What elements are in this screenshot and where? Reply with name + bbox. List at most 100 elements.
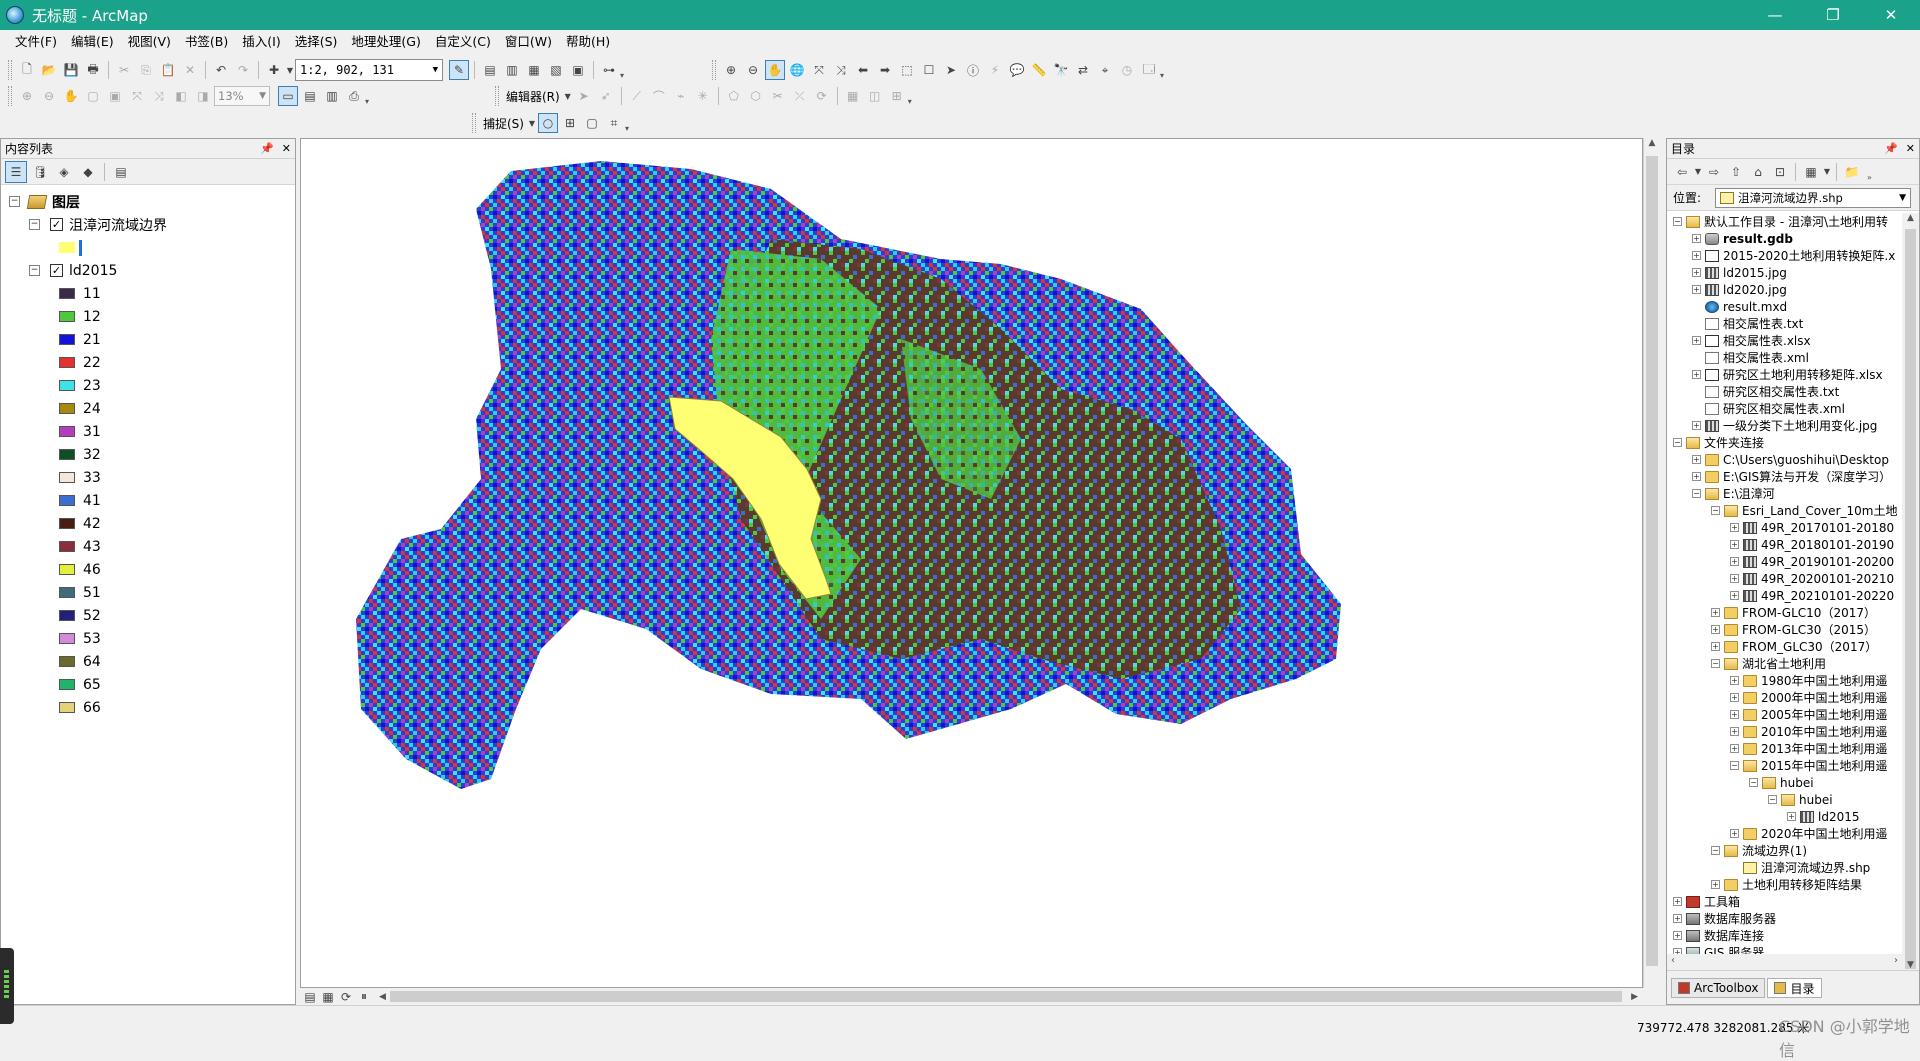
menu-item[interactable]: 帮助(H)	[559, 31, 617, 53]
toc-root-layers[interactable]: − 图层	[1, 190, 295, 213]
legend-color-swatch[interactable]	[59, 357, 75, 368]
expand-icon[interactable]: +	[1730, 744, 1739, 753]
clear-selection-icon[interactable]: ☐	[919, 60, 939, 80]
editor-toolbar-toggle-icon[interactable]: ✎	[449, 60, 469, 80]
legend-class-row[interactable]: 11	[1, 282, 295, 305]
edit-annotation-icon[interactable]: ➶	[596, 86, 616, 106]
fixed-zoom-out-icon[interactable]: ⤨	[831, 60, 851, 80]
catalog-tree-item[interactable]: 研究区相交属性表.xml	[1667, 400, 1902, 417]
catalog-tree-item[interactable]: +2000年中国土地利用遥	[1667, 689, 1902, 706]
polygon-symbol-swatch[interactable]	[59, 242, 75, 253]
fixed-zoom-out-layout-icon[interactable]: ⤨	[149, 86, 169, 106]
catalog-tree-item[interactable]: − 流域边界(1)	[1667, 842, 1902, 859]
toolbar-overflow-icon[interactable]: ▾	[625, 113, 633, 133]
expand-icon[interactable]: +	[1711, 642, 1720, 651]
expand-icon[interactable]: +	[1673, 897, 1682, 906]
focus-data-frame-icon[interactable]: ▤	[300, 86, 320, 106]
legend-class-row[interactable]: 42	[1, 512, 295, 535]
close-button[interactable]: ✕	[1862, 0, 1920, 30]
toc-options-icon[interactable]: ▤	[110, 161, 132, 183]
scroll-left-icon[interactable]: ◀	[379, 992, 386, 1002]
legend-color-swatch[interactable]	[59, 380, 75, 391]
editor-menu-dropdown-icon[interactable]: ▼	[564, 86, 572, 106]
paste-icon[interactable]: 📋	[158, 60, 178, 80]
catalog-window-icon[interactable]: ▥	[502, 60, 522, 80]
legend-class-row[interactable]: 22	[1, 351, 295, 374]
catalog-tree-item[interactable]: + ld2015.jpg	[1667, 264, 1902, 281]
catalog-tree-item[interactable]: + 相交属性表.xlsx	[1667, 332, 1902, 349]
toolbar-grip[interactable]	[495, 86, 499, 106]
menu-item[interactable]: 视图(V)	[121, 31, 178, 53]
expand-icon[interactable]: +	[1673, 931, 1682, 940]
catalog-tree-item[interactable]: +2005年中国土地利用遥	[1667, 706, 1902, 723]
identify-info-icon[interactable]: ⓘ	[963, 60, 983, 80]
collapse-icon[interactable]: −	[1673, 438, 1682, 447]
catalog-tree-item[interactable]: +2020年中国土地利用遥	[1667, 825, 1902, 842]
vertex-snapping-icon[interactable]: ▢	[582, 113, 602, 133]
expand-icon[interactable]: +	[1692, 455, 1701, 464]
catalog-tree-item[interactable]: − hubei	[1667, 791, 1902, 808]
legend-class-row[interactable]: 64	[1, 650, 295, 673]
toolbar-grip[interactable]	[8, 86, 12, 106]
legend-class-row[interactable]: 21	[1, 328, 295, 351]
menu-item[interactable]: 自定义(C)	[428, 31, 498, 53]
back-dropdown-icon[interactable]: ▼	[1694, 162, 1702, 182]
legend-color-swatch[interactable]	[59, 288, 75, 299]
expand-icon[interactable]: +	[1692, 472, 1701, 481]
catalog-tree-item[interactable]: − hubei	[1667, 774, 1902, 791]
close-icon[interactable]: ✕	[1906, 142, 1915, 155]
fixed-zoom-in-layout-icon[interactable]: ⤧	[127, 86, 147, 106]
expand-icon[interactable]: +	[1730, 693, 1739, 702]
views-dropdown-icon[interactable]: ▼	[1823, 162, 1831, 182]
catalog-tree-item[interactable]: − 2015年中国土地利用遥	[1667, 757, 1902, 774]
catalog-horizontal-scrollbar[interactable]: ‹ ›	[1667, 954, 1902, 970]
create-features-icon[interactable]: ⊞	[887, 86, 907, 106]
time-slider-icon[interactable]: ◷	[1117, 60, 1137, 80]
scroll-up-icon[interactable]: ▲	[1902, 213, 1919, 223]
sketch-properties-icon[interactable]: ◫	[865, 86, 885, 106]
arctoolbox-icon[interactable]: ▧	[546, 60, 566, 80]
legend-class-row[interactable]: 66	[1, 696, 295, 719]
up-one-level-icon[interactable]: ⇧	[1726, 162, 1746, 182]
create-viewer-window-icon[interactable]: 🗔	[1139, 60, 1159, 80]
layout-forward-icon[interactable]: ◨	[193, 86, 213, 106]
forward-arrow-icon[interactable]: ⇨	[1704, 162, 1724, 182]
expand-icon[interactable]: +	[1692, 234, 1701, 243]
scroll-right-icon[interactable]: ▶	[1631, 992, 1638, 1002]
edge-snapping-icon[interactable]: ⌗	[604, 113, 624, 133]
catalog-tree-item[interactable]: +2013年中国土地利用遥	[1667, 740, 1902, 757]
expand-icon[interactable]: +	[1730, 829, 1739, 838]
collapse-icon[interactable]: −	[9, 196, 20, 207]
catalog-tree-item[interactable]: +49R_20170101-20180	[1667, 519, 1902, 536]
expand-icon[interactable]: +	[1730, 574, 1739, 583]
menu-item[interactable]: 插入(I)	[235, 31, 287, 53]
connect-folder-icon[interactable]: ⊡	[1770, 162, 1790, 182]
legend-color-swatch[interactable]	[59, 564, 75, 575]
layout-zoom-in-icon[interactable]: ⊕	[17, 86, 37, 106]
toolbar-overflow-icon[interactable]: ▾	[1160, 60, 1168, 80]
end-point-arc-icon[interactable]: ⌒	[649, 86, 669, 106]
legend-class-row[interactable]: 33	[1, 466, 295, 489]
print-icon[interactable]: 🖶	[83, 60, 103, 80]
legend-color-swatch[interactable]	[59, 702, 75, 713]
catalog-tree-item[interactable]: +49R_20200101-20210	[1667, 570, 1902, 587]
legend-color-swatch[interactable]	[59, 679, 75, 690]
toc-boundary-symbol[interactable]	[1, 236, 295, 259]
scroll-right-icon[interactable]: ›	[1894, 955, 1898, 966]
catalog-tree-item[interactable]: + 土地利用转移矩阵结果	[1667, 876, 1902, 893]
close-icon[interactable]: ✕	[282, 142, 291, 155]
catalog-tree-item[interactable]: result.mxd	[1667, 298, 1902, 315]
end-snapping-icon[interactable]: ⊞	[560, 113, 580, 133]
legend-class-row[interactable]: 31	[1, 420, 295, 443]
layout-zoom-out-icon[interactable]: ⊖	[39, 86, 59, 106]
map-horizontal-scrollbar[interactable]: ▤ ▦ ⟳ ⏸ ◀ ▶	[300, 988, 1660, 1005]
zoom-in-icon[interactable]: ⊕	[721, 60, 741, 80]
list-by-source-icon[interactable]: 🛢	[29, 161, 51, 183]
expand-icon[interactable]: +	[1692, 268, 1701, 277]
catalog-tree-item[interactable]: − Esri_Land_Cover_10m土地	[1667, 502, 1902, 519]
toolbar-grip[interactable]	[472, 113, 476, 133]
undo-icon[interactable]: ↶	[211, 60, 231, 80]
menu-item[interactable]: 选择(S)	[288, 31, 345, 53]
add-data-icon[interactable]: ✚	[264, 60, 284, 80]
back-arrow-icon[interactable]: ⇦	[1672, 162, 1692, 182]
